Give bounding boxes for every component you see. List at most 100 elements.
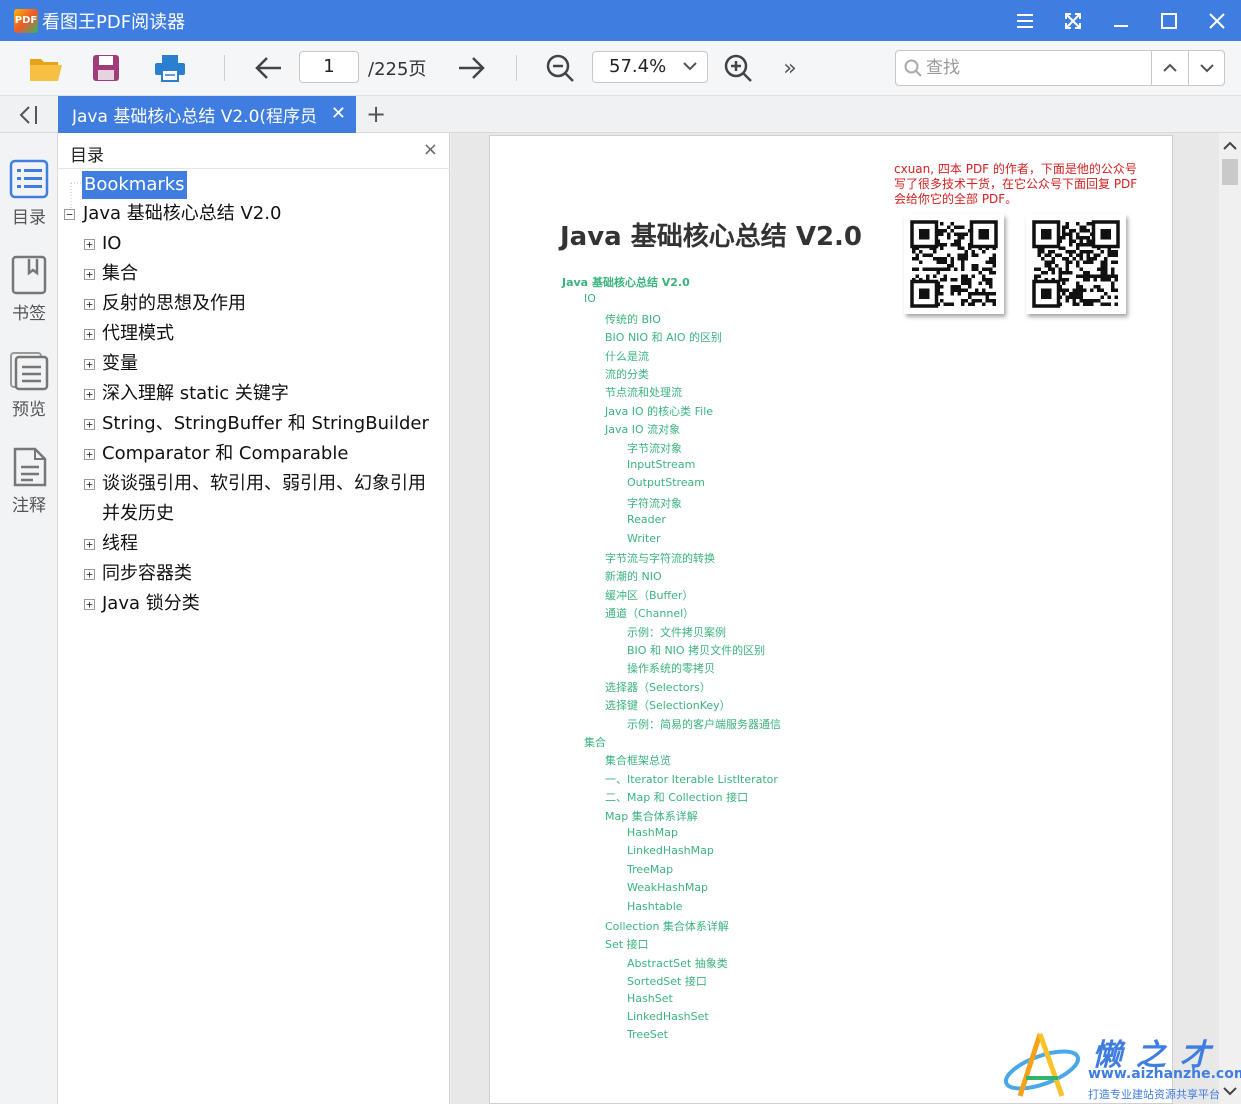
search-next-button[interactable] — [1188, 51, 1225, 85]
toc-entry[interactable]: Java IO 的核心类 File — [605, 403, 713, 419]
toc-entry[interactable]: 缓冲区（Buffer） — [605, 587, 693, 603]
toc-entry[interactable]: 示例：文件拷贝案例 — [627, 624, 726, 640]
tree-item-label: 线程 — [102, 533, 138, 554]
toc-entry[interactable]: Reader — [627, 513, 666, 526]
expand-icon[interactable]: + — [84, 479, 95, 490]
menu-button[interactable] — [1001, 0, 1049, 41]
sidebar-item-thumbnails[interactable]: 预览 — [0, 351, 58, 441]
expand-icon[interactable]: + — [84, 539, 95, 550]
expand-icon[interactable]: + — [84, 569, 95, 580]
toc-entry[interactable]: Writer — [627, 532, 661, 545]
expand-icon[interactable]: + — [84, 329, 95, 340]
toc-entry[interactable]: Java IO 流对象 — [605, 421, 680, 437]
toc-entry[interactable]: LinkedHashSet — [627, 1010, 709, 1023]
collapse-sidebar-button[interactable] — [14, 102, 44, 128]
toc-entry[interactable]: 一、Iterator Iterable ListIterator — [605, 771, 778, 787]
expand-icon[interactable]: + — [84, 419, 95, 430]
chevron-down-icon — [1200, 64, 1214, 73]
toc-entry[interactable]: 选择键（SelectionKey） — [605, 697, 731, 713]
toc-entry[interactable]: LinkedHashMap — [627, 844, 714, 857]
close-window-button[interactable] — [1193, 0, 1241, 41]
toc-entry[interactable]: InputStream — [627, 458, 695, 471]
toc-entry[interactable]: BIO 和 NIO 拷贝文件的区别 — [627, 642, 765, 658]
toc-entry[interactable]: Set 接口 — [605, 936, 649, 952]
new-tab-button[interactable]: + — [366, 100, 386, 128]
toc-entry[interactable]: WeakHashMap — [627, 881, 708, 894]
sidebar-item-annotations[interactable]: 注释 — [0, 447, 58, 537]
toc-entry[interactable]: HashSet — [627, 992, 673, 1005]
toc-entry[interactable]: 节点流和处理流 — [605, 384, 682, 400]
expand-icon[interactable]: + — [84, 269, 95, 280]
sidebar-item-label: 书签 — [12, 304, 46, 324]
toc-entry[interactable]: BIO NIO 和 AIO 的区别 — [605, 329, 722, 345]
vertical-scrollbar[interactable] — [1219, 133, 1241, 1104]
prev-page-button[interactable] — [250, 51, 286, 85]
next-page-button[interactable] — [454, 51, 490, 85]
scroll-up-icon[interactable] — [1223, 141, 1237, 151]
search-input[interactable] — [926, 51, 1148, 85]
toc-entry[interactable]: 集合 — [584, 734, 606, 750]
tree-item-label: Java 锁分类 — [102, 593, 200, 614]
tree-root-bookmarks[interactable]: Bookmarks — [82, 171, 187, 199]
toc-entry[interactable]: HashMap — [627, 826, 678, 839]
expand-icon[interactable]: + — [84, 389, 95, 400]
toc-entry[interactable]: 传统的 BIO — [605, 311, 661, 327]
tree-item-label: IO — [102, 233, 122, 254]
print-button[interactable] — [152, 51, 188, 85]
toc-entry[interactable]: 二、Map 和 Collection 接口 — [605, 789, 748, 805]
toc-entry[interactable]: 新潮的 NIO — [605, 568, 662, 584]
expand-icon[interactable]: + — [84, 599, 95, 610]
tree-item-label: 深入理解 static 关键字 — [102, 383, 289, 404]
sidebar-item-outline[interactable]: 目录 — [0, 159, 58, 249]
toc-entry[interactable]: AbstractSet 抽象类 — [627, 955, 728, 971]
zoom-select[interactable]: 57.4% — [592, 51, 708, 83]
toc-entry[interactable]: Map 集合体系详解 — [605, 808, 698, 824]
maximize-button[interactable] — [1145, 0, 1193, 41]
toolbar-divider — [516, 55, 517, 81]
toc-entry[interactable]: 什么是流 — [605, 348, 649, 364]
toc-entry[interactable]: 字节流对象 — [627, 440, 682, 456]
search-prev-button[interactable] — [1151, 51, 1188, 85]
toc-entry[interactable]: SortedSet 接口 — [627, 973, 707, 989]
collapse-icon[interactable]: − — [64, 209, 75, 220]
toc-entry[interactable]: 字符流对象 — [627, 495, 682, 511]
toc-entry[interactable]: 选择器（Selectors） — [605, 679, 711, 695]
sidebar-item-label: 目录 — [12, 208, 46, 228]
page-number-input[interactable]: 1 — [299, 51, 359, 83]
tab-document[interactable]: Java 基础核心总结 V2.0(程序员 ✕ — [58, 96, 356, 133]
expand-icon[interactable]: + — [84, 299, 95, 310]
close-tab-button[interactable]: ✕ — [331, 103, 346, 124]
expand-icon[interactable]: + — [84, 449, 95, 460]
toc-entry[interactable]: Java 基础核心总结 V2.0 — [562, 274, 690, 290]
zoom-in-button[interactable] — [720, 51, 756, 85]
tree-item-label: 谈谈强引用、软引用、弱引用、幻象引用 — [102, 473, 426, 494]
outline-title: 目录 — [70, 146, 104, 166]
sidebar-rail: 目录 书签 预览 注释 — [0, 133, 58, 1104]
expand-icon[interactable]: + — [84, 239, 95, 250]
tab-document-label: Java 基础核心总结 V2.0(程序员 — [72, 107, 318, 127]
toc-entry[interactable]: OutputStream — [627, 476, 705, 489]
search-box — [895, 50, 1225, 86]
toc-entry[interactable]: TreeMap — [627, 863, 673, 876]
save-button[interactable] — [88, 51, 124, 85]
toc-entry[interactable]: IO — [584, 292, 596, 305]
expand-icon[interactable]: + — [84, 359, 95, 370]
sidebar-item-bookmarks[interactable]: 书签 — [0, 255, 58, 345]
toc-entry[interactable]: 集合框架总览 — [605, 752, 671, 768]
open-file-button[interactable] — [28, 51, 64, 85]
toc-entry[interactable]: 示例：简易的客户端服务器通信 — [627, 716, 781, 732]
toc-entry[interactable]: 流的分类 — [605, 366, 649, 382]
fullscreen-button[interactable] — [1049, 0, 1097, 41]
minimize-button[interactable] — [1097, 0, 1145, 41]
toc-entry[interactable]: Hashtable — [627, 900, 683, 913]
scroll-thumb[interactable] — [1222, 159, 1238, 185]
more-tools-button[interactable]: » — [772, 51, 808, 85]
toc-entry[interactable]: TreeSet — [627, 1028, 668, 1041]
toc-entry[interactable]: Collection 集合体系详解 — [605, 918, 729, 934]
toc-entry[interactable]: 通道（Channel） — [605, 605, 694, 621]
toc-entry[interactable]: 字节流与字符流的转换 — [605, 550, 715, 566]
close-outline-button[interactable]: × — [423, 139, 438, 160]
toc-entry[interactable]: 操作系统的零拷贝 — [627, 660, 715, 676]
close-icon — [1209, 12, 1225, 29]
zoom-out-button[interactable] — [542, 51, 578, 85]
